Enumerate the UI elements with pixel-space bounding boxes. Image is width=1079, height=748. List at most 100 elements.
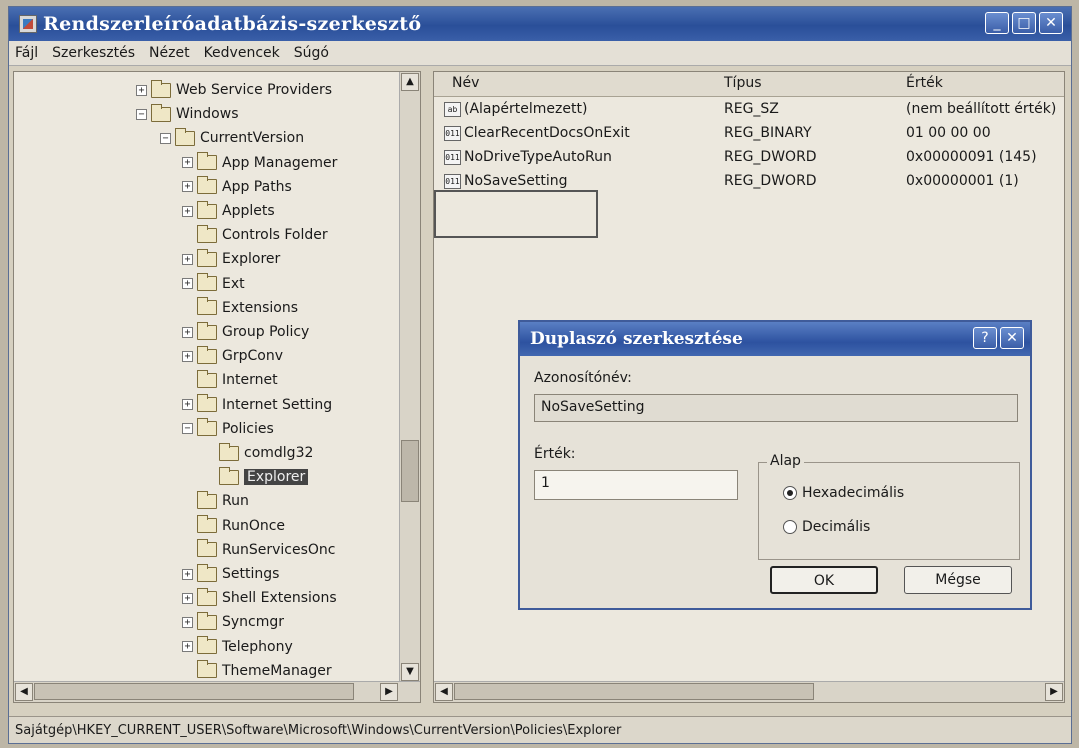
maximize-button[interactable]: □ bbox=[1012, 12, 1036, 34]
menu-view[interactable]: Nézet bbox=[149, 45, 190, 61]
expand-icon[interactable]: + bbox=[182, 253, 193, 265]
value-row[interactable]: 011 NoDriveTypeAutoRun REG_DWORD 0x00000091… bbox=[434, 146, 1064, 170]
minimize-button[interactable]: _ bbox=[985, 12, 1009, 34]
radio-dec-label: Decimális bbox=[802, 519, 871, 535]
ok-button[interactable]: OK bbox=[770, 566, 878, 594]
scroll-right-button[interactable]: ▶ bbox=[380, 683, 398, 701]
tree-node-label: Extensions bbox=[222, 299, 299, 316]
folder-icon bbox=[197, 563, 217, 582]
list-hscroll-thumb[interactable] bbox=[454, 683, 814, 700]
tree-node[interactable]: + Shell Extensions bbox=[182, 586, 337, 610]
tree-node-label: Run bbox=[222, 493, 249, 510]
title-bar[interactable]: Rendszerleíróadatbázis-szerkesztő _ □ ✕ bbox=[9, 7, 1071, 41]
expand-icon[interactable]: + bbox=[182, 157, 193, 169]
dialog-help-button[interactable]: ? bbox=[973, 327, 997, 349]
scroll-up-button[interactable]: ▲ bbox=[401, 73, 419, 91]
tree-node[interactable]: + App Managemer bbox=[182, 151, 337, 175]
binary-value-icon: 011 bbox=[444, 149, 461, 165]
expand-icon[interactable]: + bbox=[182, 205, 193, 217]
list-header: Név Típus Érték bbox=[434, 72, 1064, 97]
tree-node[interactable]: + Web Service Providers bbox=[136, 78, 332, 102]
tree-node[interactable]: + Syncmgr bbox=[182, 610, 284, 634]
folder-icon bbox=[197, 587, 217, 606]
expand-icon[interactable]: + bbox=[182, 641, 193, 653]
radio-dec-indicator[interactable] bbox=[783, 520, 797, 534]
tree-node[interactable]: + Ext bbox=[182, 272, 245, 296]
tree-node[interactable]: − CurrentVersion bbox=[160, 126, 304, 150]
menu-favorites[interactable]: Kedvencek bbox=[204, 45, 280, 61]
expand-icon[interactable]: + bbox=[136, 84, 147, 96]
tree-node[interactable]: comdlg32 bbox=[204, 441, 313, 465]
list-scroll-right-button[interactable]: ▶ bbox=[1045, 683, 1063, 701]
radio-hex-indicator[interactable] bbox=[783, 486, 797, 500]
folder-icon bbox=[219, 466, 239, 485]
tree-node[interactable]: + Explorer bbox=[182, 247, 280, 271]
menu-help[interactable]: Súgó bbox=[294, 45, 329, 61]
value-row[interactable]: 011 ClearRecentDocsOnExit REG_BINARY 01 00 … bbox=[434, 122, 1064, 146]
tree-node[interactable]: + Settings bbox=[182, 562, 279, 586]
cancel-button[interactable]: Mégse bbox=[904, 566, 1012, 594]
dialog-title-bar[interactable]: Duplaszó szerkesztése ? ✕ bbox=[520, 322, 1030, 356]
radio-decimal[interactable]: Decimális bbox=[783, 519, 870, 535]
expand-icon[interactable]: + bbox=[182, 350, 193, 362]
tree-node[interactable]: − Policies bbox=[182, 417, 274, 441]
tree-node[interactable]: Explorer bbox=[204, 465, 309, 489]
column-value[interactable]: Érték bbox=[906, 75, 943, 91]
tree-node-label: Web Service Providers bbox=[176, 82, 333, 98]
tree-node[interactable]: + Internet Setting bbox=[182, 393, 332, 417]
folder-icon bbox=[197, 369, 217, 388]
value-name-text: NoDriveTypeAutoRun bbox=[464, 149, 612, 165]
tree-node-label: GrpConv bbox=[222, 348, 283, 365]
tree-node[interactable]: + Telephony bbox=[182, 635, 293, 659]
tree-node-label: App Paths bbox=[222, 178, 292, 195]
expand-icon[interactable]: + bbox=[182, 278, 193, 290]
scroll-down-button[interactable]: ▼ bbox=[401, 663, 419, 681]
value-name-label: Azonosítónév: bbox=[534, 370, 632, 386]
list-scroll-left-button[interactable]: ◀ bbox=[435, 683, 453, 701]
tree-node[interactable]: RunOnce bbox=[182, 514, 285, 538]
tree-node[interactable]: Controls Folder bbox=[182, 223, 328, 247]
radio-hexadecimal[interactable]: Hexadecimális bbox=[783, 485, 904, 501]
pane-splitter[interactable] bbox=[423, 71, 431, 703]
menu-file[interactable]: Fájl bbox=[15, 45, 38, 61]
tree-scroll-thumb[interactable] bbox=[401, 440, 419, 502]
value-name-cell: 011 NoSaveSetting bbox=[444, 173, 568, 189]
tree-node-label: Windows bbox=[176, 106, 239, 123]
tree-node[interactable]: + Group Policy bbox=[182, 320, 309, 344]
expand-icon[interactable]: + bbox=[182, 326, 193, 338]
expand-icon[interactable]: + bbox=[182, 568, 193, 580]
tree-node[interactable]: + Applets bbox=[182, 199, 275, 223]
collapse-icon[interactable]: − bbox=[160, 132, 171, 144]
expand-icon[interactable]: + bbox=[182, 181, 193, 193]
tree-node[interactable]: Extensions bbox=[182, 296, 298, 320]
tree-node[interactable]: ThemeManager bbox=[182, 659, 332, 683]
window-title: Rendszerleíróadatbázis-szerkesztő bbox=[43, 13, 422, 35]
value-row[interactable]: ab (Alapértelmezett) REG_SZ (nem beállított… bbox=[434, 98, 1064, 122]
tree-hscroll-thumb[interactable] bbox=[34, 683, 354, 700]
folder-icon bbox=[151, 103, 171, 122]
tree-node-label: Settings bbox=[222, 566, 280, 582]
tree-vertical-scrollbar[interactable]: ▲ ▼ bbox=[399, 72, 420, 682]
collapse-icon[interactable]: − bbox=[182, 423, 193, 435]
close-button[interactable]: ✕ bbox=[1039, 12, 1063, 34]
tree-node[interactable]: RunServicesOnc bbox=[182, 538, 335, 562]
dialog-close-button[interactable]: ✕ bbox=[1000, 327, 1024, 349]
expand-icon[interactable]: + bbox=[182, 616, 193, 628]
registry-key-tree[interactable]: + Web Service Providers − Windows − CurrentVe… bbox=[13, 71, 421, 703]
tree-node[interactable]: + GrpConv bbox=[182, 344, 283, 368]
tree-node[interactable]: Run bbox=[182, 489, 249, 513]
list-horizontal-scrollbar[interactable]: ◀ ▶ bbox=[434, 681, 1064, 702]
menu-edit[interactable]: Szerkesztés bbox=[52, 45, 135, 61]
expand-icon[interactable]: + bbox=[182, 399, 193, 411]
value-data-input[interactable]: 1 bbox=[534, 470, 738, 500]
expand-icon[interactable]: + bbox=[182, 592, 193, 604]
tree-horizontal-scrollbar[interactable]: ◀ ▶ bbox=[14, 681, 420, 702]
column-type[interactable]: Típus bbox=[724, 75, 762, 91]
tree-node[interactable]: − Windows bbox=[136, 102, 239, 126]
tree-node[interactable]: + App Paths bbox=[182, 175, 292, 199]
column-name[interactable]: Név bbox=[452, 75, 479, 91]
collapse-icon[interactable]: − bbox=[136, 108, 147, 120]
scroll-left-button[interactable]: ◀ bbox=[15, 683, 33, 701]
tree-node[interactable]: Internet bbox=[182, 368, 278, 392]
